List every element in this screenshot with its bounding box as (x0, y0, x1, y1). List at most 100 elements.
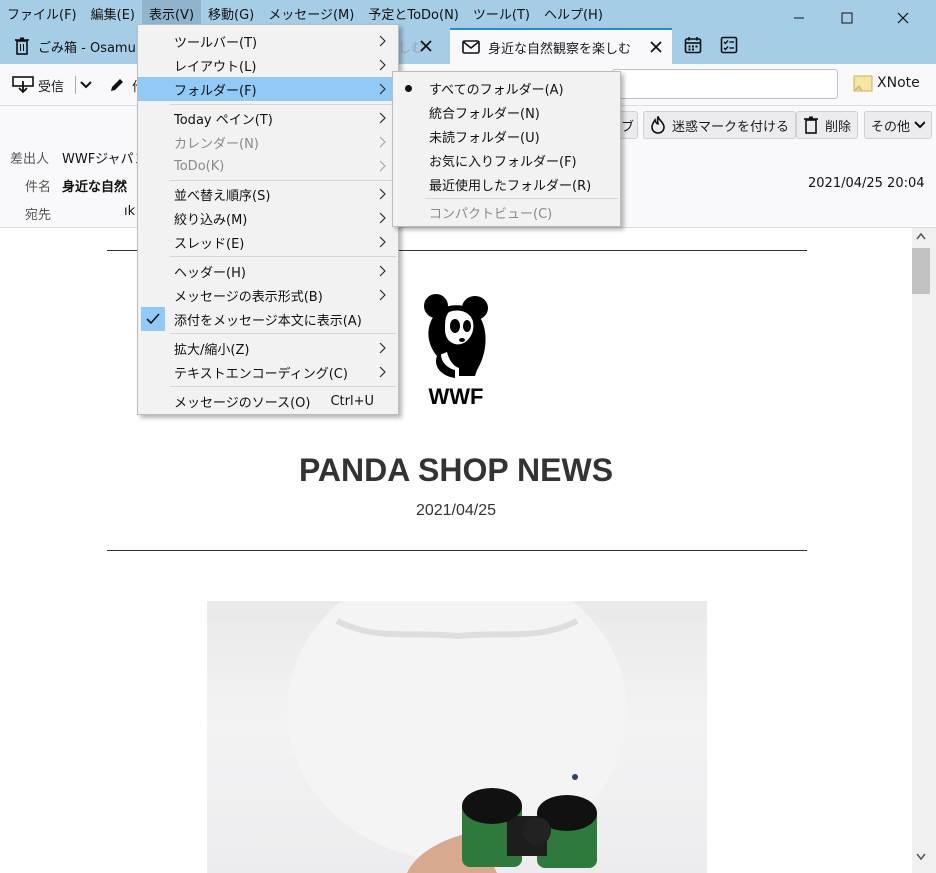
more-label: その他 (871, 119, 911, 135)
junk-button[interactable]: 迷惑マークを付ける (643, 111, 797, 139)
delete-label: 削除 (825, 119, 852, 135)
menu-file[interactable]: ファイル(F) (0, 0, 84, 24)
menu-item-label: お気に入りフォルダー(F) (429, 154, 577, 170)
menu-item-label: フォルダー(F) (174, 83, 257, 99)
submenu-item-recent-folders[interactable]: 最近使用したフォルダー(R) (393, 172, 620, 196)
menu-tools[interactable]: ツール(T) (466, 0, 537, 24)
pencil-icon (111, 79, 123, 91)
menu-item-message-body-as[interactable]: メッセージの表示形式(B) (138, 283, 398, 307)
calendar-tab-button[interactable] (680, 32, 706, 58)
search-input[interactable] (612, 69, 838, 99)
chevron-right-icon (379, 160, 386, 172)
chevron-right-icon (379, 83, 386, 95)
menu-item-filter[interactable]: 絞り込み(M) (138, 206, 398, 230)
trash-icon (804, 116, 818, 134)
menu-item-message-source[interactable]: メッセージのソース(O) Ctrl+U (138, 389, 398, 413)
get-messages-button[interactable]: 受信 (12, 72, 64, 98)
menu-item-label: 統合フォルダー(N) (429, 106, 540, 122)
menu-go[interactable]: 移動(G) (201, 0, 261, 24)
logo-text: WWF (429, 384, 484, 409)
maximize-icon (841, 12, 853, 24)
menu-item-label: メッセージのソース(O) (174, 395, 311, 411)
from-label: 差出人 (10, 152, 50, 167)
tab-close-button[interactable] (420, 40, 432, 52)
menu-item-today-pane[interactable]: Today ペイン(T) (138, 106, 398, 130)
menu-item-label: カレンダー(N) (174, 136, 259, 152)
menu-item-text-encoding[interactable]: テキストエンコーディング(C) (138, 360, 398, 384)
panda-icon: WWF (424, 294, 488, 409)
delete-button[interactable]: 削除 (796, 111, 859, 139)
menu-item-todo: ToDo(K) (138, 154, 398, 178)
menu-item-display-attachments-inline[interactable]: 添付をメッセージ本文に表示(A) (138, 307, 398, 331)
chevron-right-icon (379, 265, 386, 277)
subject-value: 身近な自然 (62, 180, 128, 195)
to-value[interactable]: ık (124, 204, 135, 219)
menu-item-label: 絞り込み(M) (174, 212, 248, 228)
menu-item-zoom[interactable]: 拡大/縮小(Z) (138, 336, 398, 360)
tab-message-label: 身近な自然観察を楽しむ (488, 41, 632, 57)
toolbar-divider (75, 76, 76, 94)
menu-view[interactable]: 表示(V) (141, 0, 202, 24)
tab-message[interactable]: 身近な自然観察を楽しむ (450, 28, 672, 64)
menu-item-label: 拡大/縮小(Z) (174, 342, 250, 358)
menu-item-toolbars[interactable]: ツールバー(T) (138, 29, 398, 53)
menu-item-headers[interactable]: ヘッダー(H) (138, 259, 398, 283)
flame-icon (651, 116, 665, 134)
menu-events-tasks[interactable]: 予定とToDo(N) (361, 0, 466, 24)
chevron-right-icon (379, 289, 386, 301)
chevron-right-icon (379, 236, 386, 248)
menu-item-label: テキストエンコーディング(C) (174, 366, 348, 382)
menu-item-label: ToDo(K) (174, 158, 225, 174)
submenu-item-all-folders[interactable]: すべてのフォルダー(A) (393, 76, 620, 100)
chevron-right-icon (379, 212, 386, 224)
view-menu: ツールバー(T) レイアウト(L) フォルダー(F) Today ペイン(T) … (137, 24, 399, 415)
message-scrollbar[interactable] (912, 228, 936, 873)
menu-item-sort-by[interactable]: 並べ替え順序(S) (138, 182, 398, 206)
menu-item-threads[interactable]: スレッド(E) (138, 230, 398, 254)
scroll-up-icon[interactable] (916, 232, 926, 240)
radio-selected-icon (405, 85, 412, 92)
menu-item-label: Today ペイン(T) (174, 112, 273, 128)
menu-separator (170, 256, 396, 257)
binoculars-photo-illustration (287, 601, 627, 873)
more-button[interactable]: その他 (864, 111, 932, 139)
menu-item-label: ヘッダー(H) (174, 265, 246, 281)
sticky-note-icon (853, 75, 873, 92)
envelope-icon (462, 40, 480, 54)
scroll-thumb[interactable] (912, 248, 930, 294)
menu-item-label: メッセージの表示形式(B) (174, 289, 323, 305)
submenu-item-unread-folders[interactable]: 未読フォルダー(U) (393, 124, 620, 148)
menu-item-folders[interactable]: フォルダー(F) (138, 77, 398, 101)
xnote-button[interactable]: XNote (853, 74, 920, 92)
download-icon (12, 76, 34, 94)
bottom-divider (107, 550, 807, 551)
menu-message[interactable]: メッセージ(M) (261, 0, 361, 24)
menu-separator (170, 104, 396, 105)
chevron-right-icon (379, 112, 386, 124)
menu-item-label: レイアウト(L) (174, 59, 257, 75)
from-value[interactable]: WWFジャパン (62, 148, 147, 167)
newsletter-title: PANDA SHOP NEWS (298, 452, 614, 488)
close-icon (420, 40, 432, 52)
subject-label: 件名 (25, 180, 52, 195)
scroll-down-icon[interactable] (916, 853, 926, 861)
submenu-item-unified-folders[interactable]: 統合フォルダー(N) (393, 100, 620, 124)
chevron-right-icon (379, 35, 386, 47)
menu-help[interactable]: ヘルプ(H) (537, 0, 610, 24)
menu-item-layout[interactable]: レイアウト(L) (138, 53, 398, 77)
to-label: 宛先 (25, 208, 52, 223)
menu-separator (170, 180, 396, 181)
xnote-label: XNote (877, 75, 920, 91)
checkmark-icon (141, 307, 165, 331)
chevron-right-icon (379, 136, 386, 148)
folders-submenu: すべてのフォルダー(A) 統合フォルダー(N) 未読フォルダー(U) お気に入り… (392, 71, 621, 227)
trash-icon (14, 37, 30, 55)
tasks-tab-button[interactable] (716, 32, 742, 58)
get-messages-dropdown[interactable] (79, 72, 93, 98)
menu-item-label: すべてのフォルダー(A) (429, 82, 564, 98)
tab-close-button[interactable] (650, 41, 662, 53)
menu-separator (170, 333, 396, 334)
submenu-item-compact-view: コンパクトビュー(C) (393, 200, 620, 224)
submenu-item-favorite-folders[interactable]: お気に入りフォルダー(F) (393, 148, 620, 172)
menu-edit[interactable]: 編集(E) (84, 0, 142, 24)
